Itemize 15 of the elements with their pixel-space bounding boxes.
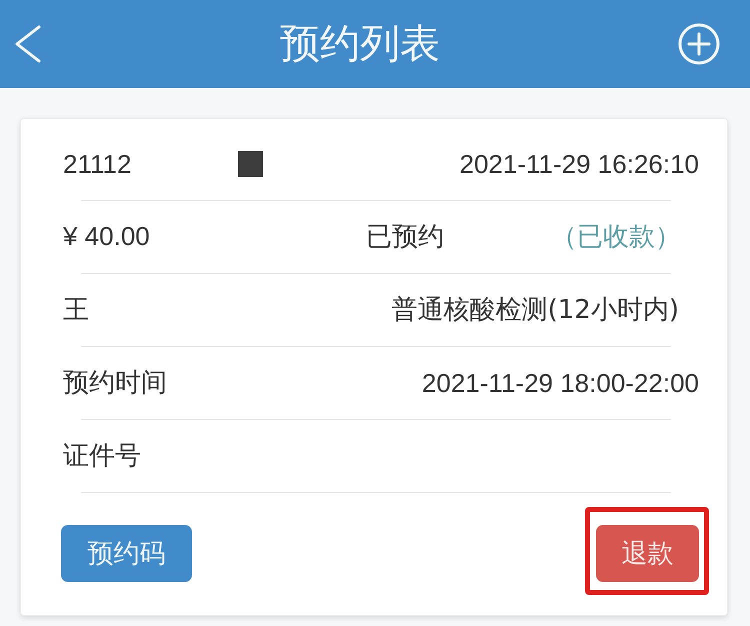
field-value: 2021-11-29 18:00-22:00	[422, 370, 699, 396]
code-button[interactable]: 预约码	[61, 525, 192, 582]
status-label: 已预约	[366, 224, 444, 250]
price: ¥ 40.00	[63, 220, 150, 250]
patient-name: 王	[63, 297, 89, 323]
order-number: 21112	[63, 151, 132, 177]
add-icon[interactable]	[678, 23, 720, 65]
refund-button[interactable]: 退款	[596, 525, 699, 582]
back-icon[interactable]	[14, 25, 42, 63]
payment-status: （已收款）	[551, 224, 681, 250]
created-time: 2021-11-29 16:26:10	[460, 151, 699, 177]
page-title: 预约列表	[280, 24, 440, 64]
field-label: 证件号	[63, 443, 141, 469]
service-name: 普通核酸检测(12小时内)	[392, 297, 679, 323]
field-label: 预约时间	[63, 370, 167, 396]
